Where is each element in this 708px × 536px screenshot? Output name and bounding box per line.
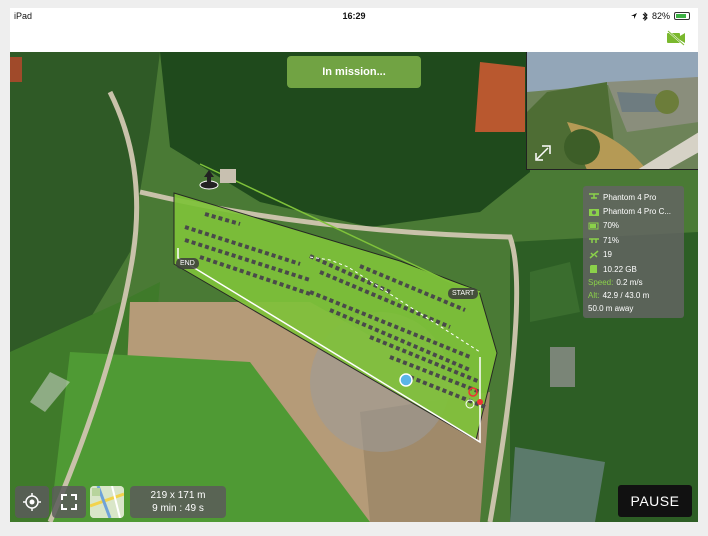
end-marker-label: END bbox=[176, 258, 199, 269]
camera-off-icon[interactable] bbox=[666, 30, 686, 46]
mission-area: 219 x 171 m bbox=[150, 490, 206, 501]
battery-percent: 82% bbox=[651, 11, 670, 21]
satellite-icon bbox=[589, 250, 599, 259]
camera-preview[interactable] bbox=[526, 52, 698, 170]
battery-fill bbox=[676, 14, 686, 18]
locate-icon bbox=[23, 493, 41, 511]
bluetooth-icon bbox=[642, 11, 648, 21]
telemetry-distance: 50.0 m away bbox=[588, 304, 634, 314]
sd-card-icon bbox=[590, 265, 597, 274]
start-marker-label: START bbox=[448, 288, 479, 299]
fullscreen-icon bbox=[61, 494, 77, 510]
expand-icon[interactable] bbox=[533, 143, 553, 163]
battery-icon bbox=[588, 222, 599, 230]
mission-stats: 219 x 171 m 9 min : 49 s bbox=[130, 486, 226, 518]
location-icon bbox=[630, 13, 637, 19]
ipad-screen: iPad 16:29 82% In mission... Phantom 4 P… bbox=[0, 0, 708, 536]
clock: 16:29 bbox=[342, 11, 366, 21]
mission-status-banner: In mission... bbox=[287, 56, 421, 88]
battery-icon bbox=[674, 12, 690, 20]
telemetry-camera: Phantom 4 Pro C... bbox=[588, 204, 679, 218]
telemetry-speed: Speed: 0.2 m/s bbox=[588, 278, 643, 288]
telemetry-panel: Phantom 4 Pro Phantom 4 Pro C... 70% 71%… bbox=[583, 186, 684, 318]
telemetry-satellites: 19 bbox=[588, 248, 679, 262]
mission-duration: 9 min : 49 s bbox=[152, 503, 204, 514]
drone-position bbox=[399, 373, 413, 387]
map-type-button[interactable] bbox=[90, 486, 124, 518]
telemetry-storage: 10.22 GB bbox=[588, 262, 679, 276]
telemetry-drone-battery: 70% bbox=[588, 219, 679, 233]
camera-icon bbox=[589, 208, 599, 216]
telemetry-aircraft: Phantom 4 Pro bbox=[588, 190, 679, 204]
nav-bar bbox=[10, 26, 698, 52]
status-right: 82% bbox=[630, 11, 690, 21]
mission-map[interactable]: In mission... Phantom 4 Pro Phantom 4 Pr… bbox=[10, 52, 698, 522]
map-icon bbox=[90, 486, 124, 518]
status-bar: iPad 16:29 82% bbox=[10, 8, 698, 26]
telemetry-altitude: Alt: 42.9 / 43.0 m bbox=[588, 291, 650, 301]
pause-button[interactable]: PAUSE bbox=[618, 485, 692, 517]
locate-button[interactable] bbox=[15, 486, 49, 518]
fullscreen-button[interactable] bbox=[52, 486, 86, 518]
drone-icon bbox=[589, 193, 599, 199]
remote-icon bbox=[589, 238, 599, 244]
telemetry-rc-battery: 71% bbox=[588, 233, 679, 247]
